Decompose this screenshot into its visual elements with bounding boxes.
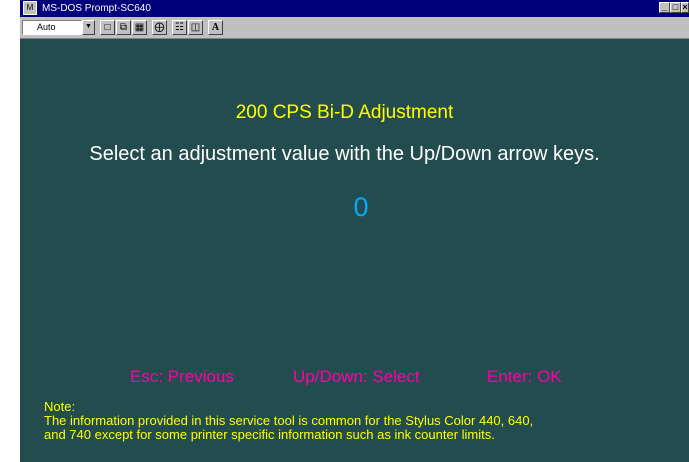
background-icon[interactable]: ◫ xyxy=(188,20,203,35)
note-line-1: The information provided in this service… xyxy=(44,413,534,428)
properties-icon[interactable]: ☷ xyxy=(172,20,187,35)
maximize-button[interactable]: □ xyxy=(670,2,681,13)
copy-icon[interactable]: ⧉ xyxy=(116,20,131,35)
esc-key-hint: Esc: Previous xyxy=(130,367,234,386)
note-block: Note: The information provided in this s… xyxy=(44,400,684,442)
enter-key-hint: Enter: OK xyxy=(487,367,562,386)
font-size-select[interactable]: Auto xyxy=(22,20,82,35)
minimize-icon: _ xyxy=(661,2,667,12)
note-label: Note: xyxy=(44,399,76,414)
close-icon: × xyxy=(682,2,688,12)
note-line-2: and 740 except for some printer specific… xyxy=(44,427,495,442)
font-button[interactable]: A xyxy=(208,20,223,35)
instruction-text: Select an adjustment value with the Up/D… xyxy=(89,143,600,165)
minimize-button[interactable]: _ xyxy=(659,2,670,13)
chevron-down-icon[interactable]: ▼ xyxy=(82,20,95,35)
adjustment-value: 0 xyxy=(353,192,369,222)
page-title: 200 CPS Bi-D Adjustment xyxy=(235,102,454,123)
toolbar: Auto ▼ □ ⧉ ▦ ⨁ ☷ ◫ A xyxy=(20,17,689,39)
mark-icon[interactable]: □ xyxy=(100,20,115,35)
updown-key-hint: Up/Down: Select xyxy=(293,367,420,386)
fullscreen-icon[interactable]: ⨁ xyxy=(152,20,167,35)
msdos-icon[interactable]: M xyxy=(23,1,37,15)
close-button[interactable]: × xyxy=(681,2,689,13)
window-title: MS-DOS Prompt-SC640 xyxy=(42,3,151,14)
maximize-icon: □ xyxy=(672,2,679,12)
paste-icon[interactable]: ▦ xyxy=(132,20,147,35)
title-bar[interactable]: M MS-DOS Prompt-SC640 _ □ × xyxy=(20,0,689,17)
